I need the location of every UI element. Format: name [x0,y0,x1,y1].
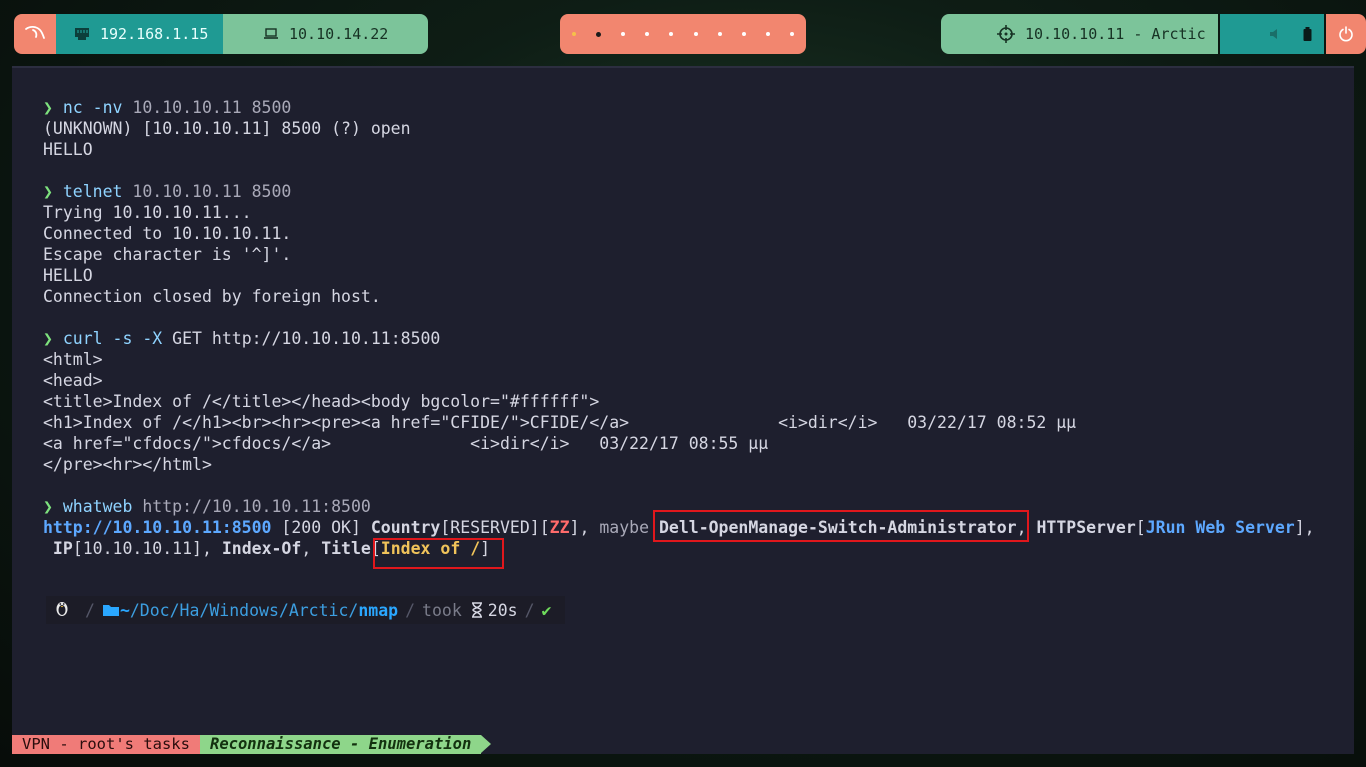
workspace-3[interactable] [621,32,626,36]
power-icon [1339,26,1353,42]
workspace-1[interactable] [572,32,576,36]
output-line: <head> [43,371,103,390]
power-button[interactable] [1326,14,1366,54]
workspace-10[interactable] [789,32,794,36]
workspace-7[interactable] [717,32,722,36]
output-line: </pre><hr></html> [43,455,212,474]
output-line: HELLO [43,140,93,159]
ethernet-icon [75,28,89,40]
success-check-icon: ✔ [541,600,552,620]
highlight-box-device [653,510,1029,542]
laptop-icon [264,28,278,39]
workspace-2[interactable] [596,31,602,37]
tmux-session-name[interactable]: VPN - root's tasks [12,735,200,754]
tmux-separator [481,735,492,753]
vpn-ip: 10.10.14.22 [289,25,389,43]
tmux-window-name[interactable]: Reconnaissance - Enumeration [199,735,482,754]
workspace-8[interactable] [741,32,746,36]
command-line: ❯ nc -nv 10.10.10.11 8500 [43,98,292,117]
target-label: 10.10.10.11 - Arctic [1025,25,1206,43]
output-line: <a href="cfdocs/">cfdocs/</a> <i>dir</i>… [43,434,769,453]
vpn-status[interactable]: 10.10.14.22 [223,14,428,54]
kali-dragon-icon [25,25,45,39]
volume-icon[interactable] [1269,28,1283,40]
highlight-box-title [373,538,504,569]
output-line: Trying 10.10.10.11... [43,203,252,222]
battery-icon [1303,27,1312,41]
system-tray [1220,14,1324,54]
target-indicator[interactable]: 10.10.10.11 - Arctic [941,14,1218,54]
crosshair-icon [997,25,1015,43]
workspace-9[interactable] [765,32,770,36]
output-line: <html> [43,350,103,369]
terminal-output: ❯ nc -nv 10.10.10.11 8500 (UNKNOWN) [10.… [43,97,1343,559]
output-line: (UNKNOWN) [10.10.10.11] 8500 (?) open [43,119,411,138]
folder-icon [102,605,119,616]
command-line: ❯ curl -s -X GET http://10.10.10.11:8500 [43,329,441,348]
shell-prompt[interactable]: / ~/Doc/Ha/Windows/Arctic/nmap / took 20… [46,596,566,624]
ethernet-ip: 192.168.1.15 [100,25,209,43]
output-line: <title>Index of /</title></head><body bg… [43,392,600,411]
output-line: Escape character is '^]'. [43,245,292,264]
output-line: <h1>Index of /</h1><br><hr><pre><a href=… [43,413,1077,432]
ethernet-status[interactable]: 192.168.1.15 [56,14,223,54]
command-duration: 20s [487,600,518,620]
output-line: HELLO [43,266,93,285]
workspace-6[interactable] [693,32,698,36]
top-bar: 192.168.1.15 10.10.14.22 10.10.10.11 - A… [0,14,1366,54]
tmux-status-bar: VPN - root's tasks Reconnaissance - Enum… [12,735,492,754]
workspace-switcher[interactable] [560,14,806,54]
cwd-path: ~/Doc/Ha/Windows/Arctic/nmap [119,600,399,620]
command-line: ❯ telnet 10.10.10.11 8500 [43,182,292,201]
launcher-button[interactable] [14,14,56,54]
workspace-5[interactable] [669,32,674,36]
tux-icon [46,599,78,621]
hourglass-icon [471,602,482,618]
output-line: Connected to 10.10.10.11. [43,224,292,243]
terminal-window[interactable]: ❯ nc -nv 10.10.10.11 8500 (UNKNOWN) [10.… [12,66,1354,754]
output-line: Connection closed by foreign host. [43,287,381,306]
workspace-4[interactable] [645,32,650,36]
took-label: took [422,600,462,620]
